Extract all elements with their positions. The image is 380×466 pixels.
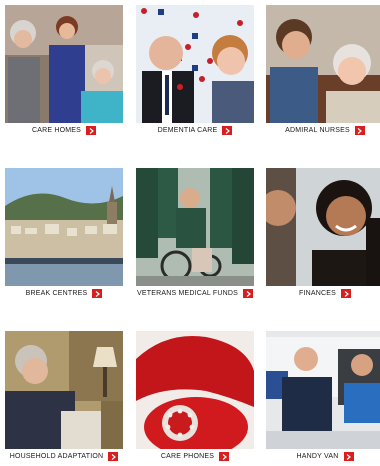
finances-label-row[interactable]: FINANCES (266, 289, 380, 298)
care-homes-label-row[interactable]: CARE HOMES (5, 126, 123, 135)
service-card-finances[interactable]: FINANCES (266, 168, 380, 298)
chevron-right-icon[interactable] (341, 289, 351, 298)
finances-photo[interactable] (266, 168, 380, 286)
handy-van-photo[interactable] (266, 331, 380, 449)
service-label[interactable]: BREAK CENTRES (26, 290, 88, 297)
chevron-right-icon[interactable] (243, 289, 253, 298)
service-label[interactable]: CARE HOMES (32, 127, 81, 134)
veterans-medical-funds-photo[interactable] (136, 168, 254, 286)
handy-van-label-row[interactable]: HANDY VAN (266, 452, 380, 461)
service-label[interactable]: CARE PHONES (161, 453, 214, 460)
service-label[interactable]: HOUSEHOLD ADAPTATION (10, 453, 104, 460)
service-label[interactable]: HANDY VAN (297, 453, 339, 460)
care-phones-photo[interactable] (136, 331, 254, 449)
service-card-dementia-care[interactable]: DEMENTIA CARE (136, 5, 254, 135)
chevron-right-icon[interactable] (343, 452, 354, 461)
service-card-care-homes[interactable]: CARE HOMES (5, 5, 123, 135)
admiral-nurses-photo[interactable] (266, 5, 380, 123)
care-phones-label-row[interactable]: CARE PHONES (136, 452, 254, 461)
chevron-right-icon[interactable] (108, 452, 119, 461)
services-grid: CARE HOMES DEMENTIA CARE ADMIRAL NURSES … (0, 0, 380, 466)
service-label[interactable]: DEMENTIA CARE (158, 127, 218, 134)
chevron-right-icon[interactable] (86, 126, 97, 135)
break-centres-photo[interactable] (5, 168, 123, 286)
household-adaptation-label-row[interactable]: HOUSEHOLD ADAPTATION (5, 452, 123, 461)
chevron-right-icon[interactable] (354, 126, 365, 135)
dementia-care-label-row[interactable]: DEMENTIA CARE (136, 126, 254, 135)
service-card-admiral-nurses[interactable]: ADMIRAL NURSES (266, 5, 380, 135)
admiral-nurses-label-row[interactable]: ADMIRAL NURSES (266, 126, 380, 135)
service-card-break-centres[interactable]: BREAK CENTRES (5, 168, 123, 298)
service-label[interactable]: ADMIRAL NURSES (285, 127, 350, 134)
chevron-right-icon[interactable] (222, 126, 233, 135)
veterans-medical-funds-label-row[interactable]: VETERANS MEDICAL FUNDS (136, 289, 254, 298)
service-card-household-adaptation[interactable]: HOUSEHOLD ADAPTATION (5, 331, 123, 461)
chevron-right-icon[interactable] (92, 289, 103, 298)
household-adaptation-photo[interactable] (5, 331, 123, 449)
care-homes-photo[interactable] (5, 5, 123, 123)
service-card-handy-van[interactable]: HANDY VAN (266, 331, 380, 461)
service-card-veterans-medical-funds[interactable]: VETERANS MEDICAL FUNDS (136, 168, 254, 298)
dementia-care-photo[interactable] (136, 5, 254, 123)
chevron-right-icon[interactable] (219, 452, 230, 461)
service-label[interactable]: VETERANS MEDICAL FUNDS (137, 290, 238, 297)
break-centres-label-row[interactable]: BREAK CENTRES (5, 289, 123, 298)
service-card-care-phones[interactable]: CARE PHONES (136, 331, 254, 461)
service-label[interactable]: FINANCES (299, 290, 336, 297)
